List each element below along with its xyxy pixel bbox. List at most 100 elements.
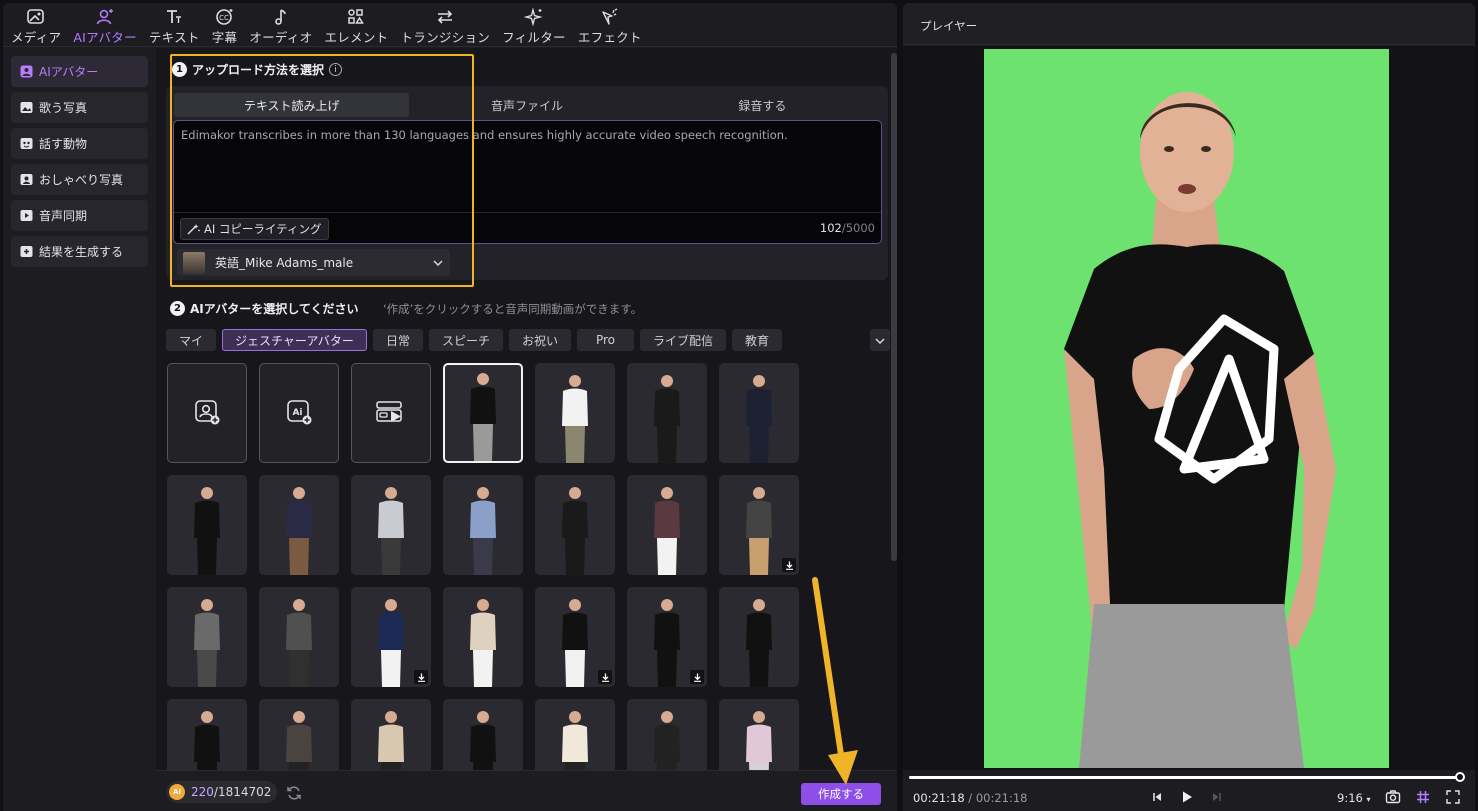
avatar-card[interactable] [535,475,615,575]
sidebar-item-lip-sync[interactable]: 音声同期 [11,200,148,231]
tool-ai-avatar[interactable]: AIアバター [73,3,137,46]
video-avatar-button[interactable] [351,363,431,463]
avatar-card[interactable] [627,363,707,463]
avatar-card[interactable] [443,363,523,463]
divider [174,212,881,213]
ai-copywriting-label: AI コピーライティング [204,222,322,236]
tool-media[interactable]: メディア [11,3,61,46]
category-live[interactable]: ライブ配信 [640,329,727,351]
char-max: /5000 [841,221,875,235]
sidebar: AIアバター 歌う写真 話す動物 おしゃべり写真 音声同期 結果を生成する [3,48,156,811]
tab-text-to-speech[interactable]: テキスト読み上げ [174,93,410,117]
category-celebration[interactable]: お祝い [508,329,571,351]
avatar-thumbnail [378,487,404,575]
avatar-card[interactable] [259,699,339,770]
duration: 00:21:18 [975,791,1028,805]
sidebar-item-talking-animal[interactable]: 話す動物 [11,128,148,159]
sidebar-item-singing-photo[interactable]: 歌う写真 [11,92,148,123]
avatar-card[interactable] [259,587,339,687]
avatar-card[interactable] [535,699,615,770]
avatar-card[interactable] [443,475,523,575]
tool-filter[interactable]: フィルター [502,3,566,46]
avatar-card[interactable] [167,587,247,687]
avatar-card[interactable] [719,363,799,463]
fullscreen-icon[interactable] [1445,789,1461,805]
tab-record[interactable]: 録音する [645,93,880,117]
sidebar-item-ai-avatar[interactable]: AIアバター [11,56,148,87]
playback-progress-knob[interactable] [1455,772,1465,782]
step2-title-text: AIアバターを選択してください [190,302,359,316]
chevron-down-icon: ▾ [1366,795,1371,804]
avatar-content: 1 アップロード方法を選択 i テキスト読み上げ 音声ファイル 録音する Edi… [156,48,897,770]
avatar-card[interactable] [719,475,799,575]
avatar-card[interactable] [351,587,431,687]
sidebar-item-generate-results[interactable]: 結果を生成する [11,236,148,267]
player-viewport[interactable] [903,46,1475,770]
avatar-card[interactable] [351,475,431,575]
step-forward-icon[interactable] [1209,789,1225,805]
avatar-thumbnail [746,375,772,463]
content-scrollbar[interactable] [891,53,897,561]
create-button[interactable]: 作成する [801,783,881,805]
sidebar-item-talking-photo[interactable]: おしゃべり写真 [11,164,148,195]
tool-label: メディア [11,30,62,45]
avatar-card[interactable] [443,587,523,687]
avatar-card[interactable] [719,587,799,687]
avatar-card[interactable] [535,587,615,687]
avatar-card[interactable] [627,587,707,687]
ai-generate-avatar-button[interactable]: Ai [259,363,339,463]
tool-transition[interactable]: トランジション [400,3,490,46]
avatar-card[interactable] [719,699,799,770]
categories-expand-button[interactable] [870,329,890,351]
avatar-thumbnail [562,711,588,770]
tool-effect[interactable]: エフェクト [578,3,642,46]
avatar-card[interactable] [351,699,431,770]
avatar-card[interactable] [627,475,707,575]
tool-element[interactable]: エレメント [324,3,388,46]
refresh-icon[interactable] [286,785,302,801]
upload-method-box: テキスト読み上げ 音声ファイル 録音する Edimakor transcribe… [166,86,888,280]
avatar-card[interactable] [167,699,247,770]
video-avatar-icon [374,398,408,429]
chevron-down-icon [426,259,450,266]
media-icon [26,7,46,26]
download-icon [598,670,612,684]
avatar-thumbnail [194,599,220,687]
tool-label: フィルター [502,30,566,45]
ai-copywriting-button[interactable]: AI コピーライティング [180,218,329,240]
script-text[interactable]: Edimakor transcribes in more than 130 la… [181,127,873,143]
info-icon[interactable]: i [329,63,343,76]
step-number-badge: 1 [172,62,187,77]
camera-icon[interactable] [1385,789,1401,805]
category-daily[interactable]: 日常 [372,329,423,351]
tool-text[interactable]: テキスト [149,3,200,46]
playback-progress[interactable] [909,776,1460,779]
voice-dropdown[interactable]: 英語_Mike Adams_male [177,249,450,276]
avatar-card[interactable] [443,699,523,770]
script-textarea[interactable]: Edimakor transcribes in more than 130 la… [173,120,882,244]
avatar-card[interactable] [259,475,339,575]
play-icon[interactable] [1179,789,1195,805]
tool-caption[interactable]: CC 字幕 [212,3,238,46]
avatar-thumbnail [286,711,312,770]
category-my[interactable]: マイ [166,329,217,351]
tool-audio[interactable]: オーディオ [249,3,312,46]
category-pro[interactable]: Pro [576,329,635,351]
tab-audio-file[interactable]: 音声ファイル [409,93,644,117]
step1-title: 1 アップロード方法を選択 i [172,61,343,78]
upload-photo-avatar-button[interactable] [167,363,247,463]
step-back-icon[interactable] [1149,789,1165,805]
ai-add-icon: Ai [285,398,313,429]
avatar-card[interactable] [535,363,615,463]
filter-sparkle-icon [523,7,544,26]
char-count: 102 [819,221,842,235]
avatar-card[interactable] [167,475,247,575]
category-education[interactable]: 教育 [732,329,783,351]
category-gesture-avatar[interactable]: ジェスチャーアバター [222,329,367,351]
category-speech[interactable]: スピーチ [428,329,503,351]
aspect-ratio-select[interactable]: 9:16 ▾ [1337,791,1371,805]
avatar-thumbnail [470,711,496,770]
player-title: プレイヤー [920,19,978,33]
grid-icon[interactable] [1415,789,1431,805]
avatar-card[interactable] [627,699,707,770]
